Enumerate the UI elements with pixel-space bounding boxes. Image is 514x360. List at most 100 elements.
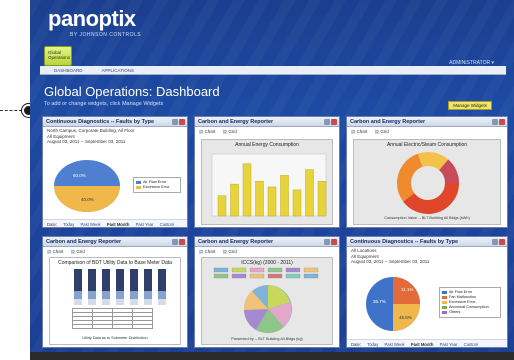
comparison-bar-segment[interactable]	[88, 291, 96, 299]
pie-label-1: 60.0%	[73, 173, 86, 178]
nav-item-applications[interactable]: APPLICATIONS	[102, 68, 134, 73]
comparison-chart-panel: Comparison of BDT Utility Data to Base M…	[49, 257, 181, 345]
tab-chart[interactable]: Chart	[199, 129, 216, 134]
comparison-bar-segment[interactable]	[130, 291, 138, 299]
comparison-bar-segment[interactable]	[88, 269, 96, 291]
filter-past-week[interactable]: Past Week	[80, 222, 100, 227]
date-label: Date:	[351, 342, 362, 347]
legend-swatch	[249, 273, 265, 279]
manage-widgets-button[interactable]: Manage Widgets	[448, 101, 492, 110]
widget-header: Carbon and Energy Reporter	[43, 237, 187, 247]
tab-grid[interactable]: Grid	[223, 129, 237, 134]
comparison-bar-segment[interactable]	[158, 291, 166, 299]
widget-faults-by-type: Continuous Diagnostics -- Faults by Type…	[42, 116, 188, 228]
close-icon[interactable]	[179, 239, 185, 245]
filter-today[interactable]: Today	[367, 342, 378, 347]
info-date-range: August 03, 2011 -- September 03, 2011	[47, 139, 126, 144]
settings-icon[interactable]	[324, 239, 330, 245]
filter-past-week[interactable]: Past Week	[384, 342, 404, 347]
close-icon[interactable]	[499, 239, 505, 245]
legend-swatch	[213, 267, 229, 273]
nav-item-dashboard[interactable]: DASHBOARD	[54, 68, 83, 73]
settings-icon[interactable]	[172, 239, 178, 245]
comparison-bar-segment[interactable]	[74, 291, 82, 299]
comparison-bar-segment[interactable]	[144, 291, 152, 299]
chart-title: Annual Electric/Steam Consumption	[386, 142, 468, 148]
chart-caption: Presented by -- BLT Building All Bldgs (…	[231, 337, 303, 341]
widget-title: Carbon and Energy Reporter	[350, 119, 426, 125]
energy-bar[interactable]	[305, 169, 314, 217]
widget-iccs: Carbon and Energy Reporter Chart Grid IC…	[194, 236, 340, 348]
comparison-bar-segment[interactable]	[116, 299, 124, 305]
close-icon[interactable]	[179, 119, 185, 125]
comparison-bar-segment[interactable]	[74, 269, 82, 291]
tab-chart[interactable]: Chart	[47, 249, 64, 254]
main-nav: DASHBOARD APPLICATIONS	[40, 66, 506, 75]
view-tabs: Chart Grid	[43, 247, 187, 255]
widget-faults-by-type-all: Continuous Diagnostics -- Faults by Type…	[346, 236, 508, 348]
comparison-bar-segment[interactable]	[158, 299, 166, 305]
iccs-chart-panel: ICCS(kg) (2000 - 2011) Presented by -- B…	[201, 257, 333, 345]
filter-past-month[interactable]: Past Month	[107, 222, 130, 227]
energy-bar[interactable]	[317, 181, 327, 217]
close-icon[interactable]	[331, 119, 337, 125]
filter-custom[interactable]: Custom	[160, 222, 174, 227]
widget-electric-steam: Carbon and Energy Reporter Chart Grid An…	[346, 116, 508, 228]
comparison-bar-segment[interactable]	[102, 299, 110, 305]
legend-swatch	[231, 273, 247, 279]
comparison-bar-segment[interactable]	[88, 299, 96, 305]
data-table	[72, 308, 153, 329]
tab-chart[interactable]: Chart	[351, 129, 368, 134]
filter-past-year[interactable]: Past Year	[440, 342, 458, 347]
close-icon[interactable]	[331, 239, 337, 245]
page-subtitle: To add or change widgets, click Manage W…	[44, 101, 164, 107]
tab-grid[interactable]: Grid	[223, 249, 237, 254]
comparison-bar-segment[interactable]	[144, 299, 152, 305]
energy-bar[interactable]	[255, 181, 264, 217]
chart-legend: Air Flow Error Fan Malfunction Excessive E…	[439, 287, 501, 318]
comparison-bar-segment[interactable]	[130, 269, 138, 291]
filter-custom[interactable]: Custom	[464, 342, 478, 347]
widget-header: Carbon and Energy Reporter	[195, 117, 339, 127]
logo-wordmark: panoptix	[48, 6, 136, 31]
comparison-bar-segment[interactable]	[116, 269, 124, 291]
energy-bar[interactable]	[217, 195, 227, 217]
info-date-range: August 03, 2011 -- September 03, 2011	[351, 259, 430, 264]
energy-bar[interactable]	[280, 175, 289, 217]
tab-grid[interactable]: Grid	[375, 129, 389, 134]
pie-label-3: 45.5%	[399, 315, 412, 320]
filter-past-month[interactable]: Past Month	[411, 342, 434, 347]
application-screen: panoptix BY JOHNSON CONTROLS ADMINISTRAT…	[30, 0, 514, 352]
view-tabs: Chart Grid	[195, 247, 339, 255]
settings-icon[interactable]	[492, 239, 498, 245]
legend-swatch	[213, 273, 229, 279]
comparison-bar-segment[interactable]	[116, 291, 124, 299]
tab-grid[interactable]: Grid	[71, 249, 85, 254]
settings-icon[interactable]	[492, 119, 498, 125]
close-icon[interactable]	[499, 119, 505, 125]
comparison-bar-segment[interactable]	[102, 269, 110, 291]
faults-pie-chart: 36.7% 11.1% 45.5%	[366, 277, 420, 331]
comparison-bar-segment[interactable]	[102, 291, 110, 299]
widget-info: North Campus, Corporate Building, All Fl…	[43, 127, 187, 146]
energy-bar[interactable]	[230, 183, 239, 217]
widget-header: Continuous Diagnostics -- Faults by Type	[347, 237, 507, 247]
comparison-bar-segment[interactable]	[74, 299, 82, 305]
energy-bar[interactable]	[292, 189, 302, 217]
filter-past-year[interactable]: Past Year	[136, 222, 154, 227]
filter-today[interactable]: Today	[63, 222, 74, 227]
comparison-bar-segment[interactable]	[144, 269, 152, 291]
brand-logo[interactable]: panoptix BY JOHNSON CONTROLS	[48, 6, 141, 38]
tab-chart[interactable]: Chart	[199, 249, 216, 254]
legend-swatch	[285, 267, 301, 273]
comparison-bar-segment[interactable]	[130, 299, 138, 305]
category-tab-global-operations[interactable]: Global Operations	[44, 46, 72, 66]
chart-legend: Air Flow Error Excessive Error	[133, 177, 181, 193]
settings-icon[interactable]	[172, 119, 178, 125]
settings-icon[interactable]	[324, 119, 330, 125]
legend-item: Excessive Error	[136, 185, 178, 190]
widget-header: Carbon and Energy Reporter	[195, 237, 339, 247]
energy-bar[interactable]	[242, 163, 252, 217]
energy-bar[interactable]	[267, 186, 277, 217]
comparison-bar-segment[interactable]	[158, 269, 166, 291]
